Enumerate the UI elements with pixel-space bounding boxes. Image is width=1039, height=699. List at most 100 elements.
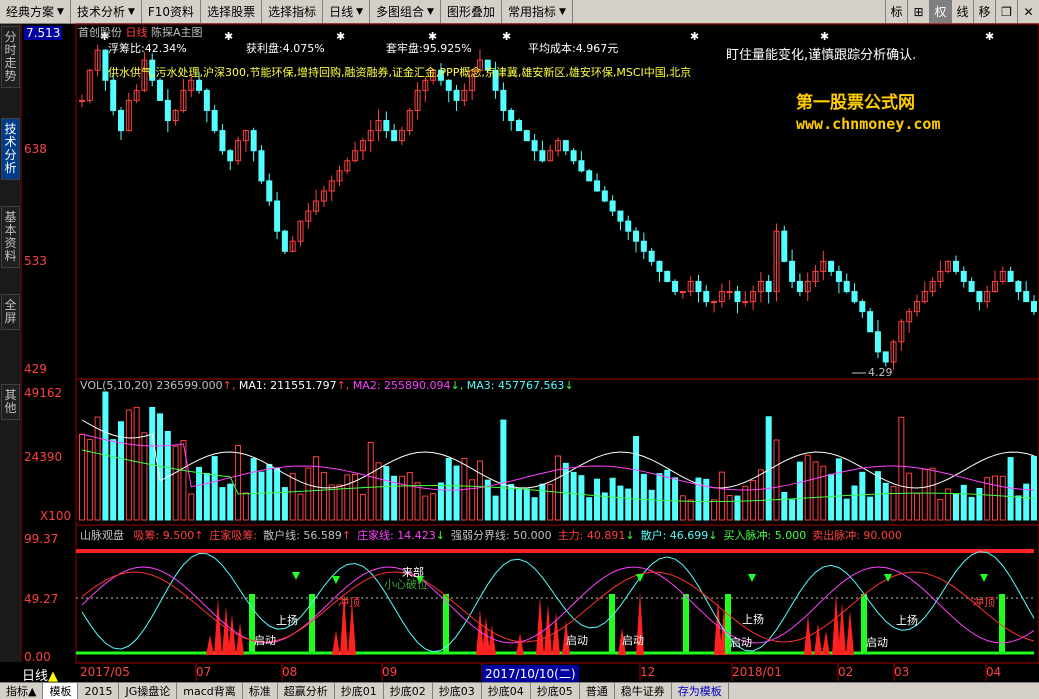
volume-bar-57 bbox=[523, 488, 530, 521]
volume-bar-105 bbox=[898, 416, 905, 521]
x-label-2: 08 bbox=[282, 665, 298, 679]
bottom-tab-1[interactable]: 模板 bbox=[43, 683, 79, 699]
accumulation-spike-22 bbox=[822, 631, 830, 655]
candle-body-112 bbox=[952, 260, 959, 272]
ma2-arrow-icon: ↓, bbox=[450, 379, 464, 392]
bottom-tab-11[interactable]: 抄底05 bbox=[531, 683, 580, 699]
volume-bar-6 bbox=[125, 409, 132, 521]
volume-bar-45 bbox=[430, 493, 437, 521]
accumulation-spike-1 bbox=[214, 598, 222, 655]
volume-bar-119 bbox=[1007, 457, 1014, 521]
bottom-tab-4[interactable]: macd背离 bbox=[177, 683, 243, 699]
star-marker-icon: ✱ bbox=[820, 30, 829, 43]
arrow-up-icon: ↑ bbox=[194, 529, 204, 542]
volume-bar-47 bbox=[445, 457, 452, 521]
bottom-tab-9[interactable]: 抄底03 bbox=[433, 683, 482, 699]
volume-bar-63 bbox=[570, 471, 577, 521]
candle-body-96 bbox=[828, 260, 835, 272]
vol-ma3: MA3: 457767.563 bbox=[466, 379, 565, 392]
volume-bar-27 bbox=[289, 473, 296, 521]
volume-bar-120 bbox=[1015, 495, 1022, 521]
profit-ratio: 获利盘:4.075% bbox=[246, 42, 325, 55]
osc-field-0: 吸筹: 9.500 bbox=[133, 529, 195, 542]
volume-bar-2 bbox=[94, 416, 101, 521]
volume-bar-29 bbox=[305, 467, 312, 521]
bottom-tab-3[interactable]: JG操盘论 bbox=[119, 683, 178, 699]
candle-body-11 bbox=[164, 99, 171, 122]
volume-bar-34 bbox=[344, 474, 351, 521]
candle-body-59 bbox=[539, 150, 546, 162]
float-ratio: 浮筹比:42.34% bbox=[108, 42, 187, 55]
candle-body-10 bbox=[157, 79, 164, 101]
candle-body-55 bbox=[508, 109, 515, 122]
candle-body-92 bbox=[796, 280, 803, 293]
annotation-6: 启动 bbox=[730, 636, 752, 649]
vol-ma2: MA2: 255890.094 bbox=[352, 379, 451, 392]
volume-bar-102 bbox=[874, 471, 881, 521]
bottom-tab-14[interactable]: 存为模板 bbox=[672, 683, 729, 699]
candle-body-122 bbox=[1031, 301, 1037, 313]
candle-body-40 bbox=[391, 130, 398, 142]
volume-bar-76 bbox=[672, 477, 679, 521]
ma1-arrow-icon: ↑, bbox=[336, 379, 350, 392]
volume-bar-62 bbox=[562, 462, 569, 521]
candle-body-90 bbox=[781, 230, 788, 262]
x-label-3: 09 bbox=[382, 665, 398, 679]
bottom-tab-12[interactable]: 普通 bbox=[580, 683, 615, 699]
volume-bar-117 bbox=[991, 475, 998, 521]
x-label-0: 2017/05 bbox=[80, 665, 130, 679]
bottom-tab-5[interactable]: 标准 bbox=[243, 683, 278, 699]
annotation-8: 冲顶 bbox=[973, 596, 995, 609]
volume-bar-15 bbox=[196, 466, 203, 521]
bottom-tab-7[interactable]: 抄底01 bbox=[335, 683, 384, 699]
osc-field-6: 散户: 46.699 bbox=[640, 529, 709, 542]
candle-body-58 bbox=[531, 140, 538, 152]
volume-bar-101 bbox=[867, 496, 874, 521]
candle-body-57 bbox=[523, 130, 530, 142]
volume-bar-109 bbox=[929, 467, 936, 521]
annotation-4: 启动 bbox=[566, 634, 588, 647]
bottom-tab-10[interactable]: 抄底04 bbox=[482, 683, 531, 699]
bottom-tab-6[interactable]: 超赢分析 bbox=[278, 683, 335, 699]
accumulation-spike-3 bbox=[228, 614, 236, 655]
volume-bar-85 bbox=[742, 485, 749, 521]
accumulation-spike-24 bbox=[838, 602, 846, 655]
vol-tick-1: 49162 bbox=[24, 386, 63, 400]
sell-signal-icon bbox=[292, 572, 300, 580]
candle-body-75 bbox=[664, 270, 671, 282]
volume-bar-115 bbox=[976, 487, 983, 521]
bottom-tab-2[interactable]: 2015 bbox=[78, 683, 120, 699]
candle-body-120 bbox=[1015, 280, 1022, 293]
bottom-tab-8[interactable]: 抄底02 bbox=[384, 683, 433, 699]
candle-body-102 bbox=[874, 331, 881, 353]
vol-ma1: MA1: 211551.797 bbox=[238, 379, 337, 392]
volume-bar-96 bbox=[828, 473, 835, 521]
candle-body-26 bbox=[281, 230, 288, 252]
volume-bar-69 bbox=[617, 485, 624, 521]
volume-bar-65 bbox=[586, 497, 593, 521]
osc-field-2: 散户线: 56.589 bbox=[263, 529, 342, 542]
osc-field-8: 卖出脉冲: 90.000 bbox=[812, 529, 902, 542]
bottom-tab-13[interactable]: 稳牛证券 bbox=[615, 683, 672, 699]
volume-bar-53 bbox=[492, 495, 499, 521]
arrow-down-icon: ↓ bbox=[708, 529, 718, 542]
volume-bar-7 bbox=[133, 406, 140, 521]
candle-body-68 bbox=[609, 200, 616, 212]
volume-ma1-line bbox=[81, 419, 1035, 489]
vol-name: VOL(5,10,20) bbox=[80, 379, 153, 392]
osc-field-4: 强弱分界线: 50.000 bbox=[450, 529, 552, 542]
candle-body-83 bbox=[726, 291, 733, 294]
volume-bar-41 bbox=[398, 475, 405, 521]
star-marker-icon: ✱ bbox=[336, 30, 345, 43]
price-tick-2: 533 bbox=[24, 254, 47, 268]
bottom-tab-0[interactable]: 指标▲ bbox=[0, 683, 44, 699]
volume-bar-108 bbox=[921, 468, 928, 521]
price-tick-3: 429 bbox=[24, 362, 47, 376]
volume-bar-0 bbox=[79, 433, 85, 521]
candle-body-114 bbox=[968, 280, 975, 293]
accumulation-spike-25 bbox=[846, 610, 854, 655]
volume-bar-56 bbox=[515, 488, 522, 521]
candle-body-17 bbox=[211, 109, 218, 132]
candle-body-80 bbox=[703, 291, 710, 303]
candle-body-71 bbox=[633, 230, 640, 242]
